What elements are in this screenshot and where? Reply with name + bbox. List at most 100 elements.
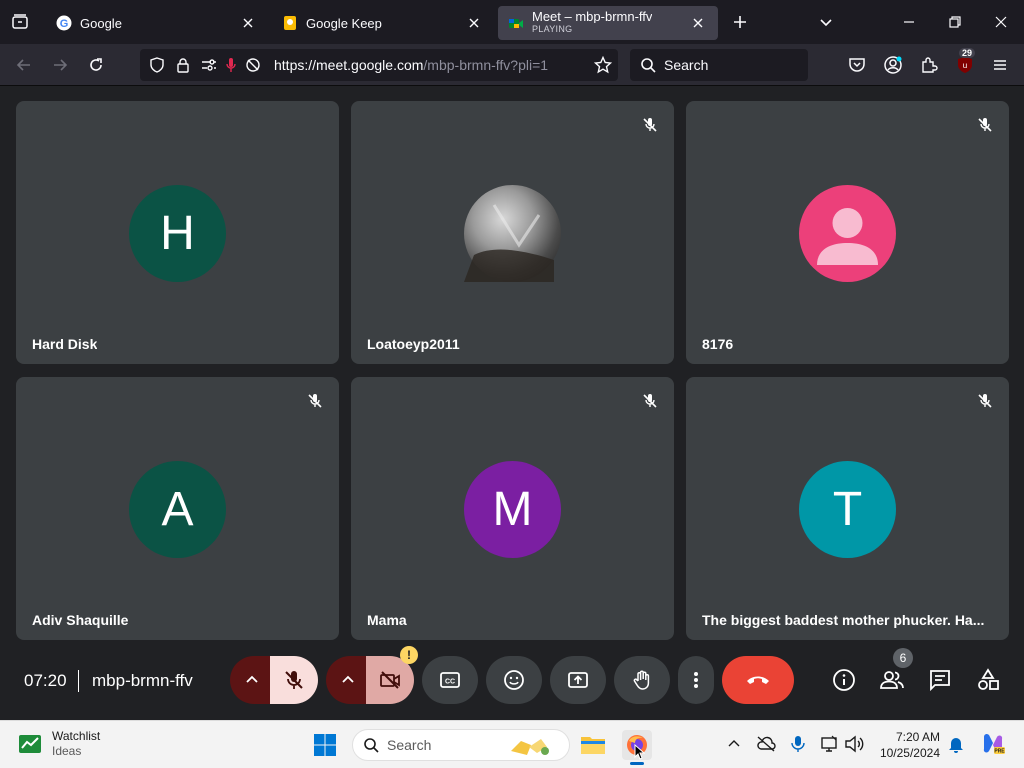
toggle-microphone-button[interactable] [270, 656, 318, 704]
microphone-tray-icon[interactable] [787, 733, 809, 755]
meeting-details-button[interactable] [830, 666, 858, 694]
toggle-camera-button[interactable]: ! [366, 646, 418, 704]
copilot-button[interactable]: PRE [980, 731, 1006, 757]
present-icon [568, 672, 588, 688]
participant-name: Mama [367, 612, 407, 628]
show-hidden-icons-button[interactable] [723, 733, 745, 755]
meeting-code: mbp-brmn-ffv [92, 671, 193, 690]
muted-mic-icon [973, 389, 997, 413]
copilot-icon: PRE [983, 733, 1005, 755]
lock-icon[interactable] [172, 54, 194, 76]
plus-icon [734, 16, 746, 28]
bookmark-star-icon[interactable] [592, 54, 614, 76]
network-tray-icon[interactable] [818, 733, 840, 755]
hand-icon [633, 670, 650, 690]
participant-avatar: M [464, 461, 561, 558]
photo-image [464, 204, 554, 282]
network-icon [821, 735, 837, 752]
muted-mic-icon [638, 389, 662, 413]
meet-call-area: H Hard Disk Loatoeyp2011 8176 A Adiv Sha… [0, 86, 1024, 720]
camera-blocked-icon[interactable] [242, 54, 264, 76]
mouse-cursor-icon [634, 744, 646, 760]
pocket-icon [849, 58, 865, 72]
volume-tray-icon[interactable] [843, 733, 865, 755]
onedrive-tray-icon[interactable] [755, 733, 777, 755]
leave-call-button[interactable] [722, 656, 794, 704]
widgets-button[interactable]: Watchlist Ideas [18, 729, 100, 759]
windows-taskbar: Watchlist Ideas Search 7:20 AM 10/25/202… [0, 720, 1024, 768]
tab-google[interactable]: G Google [46, 6, 268, 40]
participant-tile[interactable]: 8176 [686, 101, 1009, 364]
account-button[interactable] [881, 53, 905, 77]
reload-button[interactable] [84, 53, 108, 77]
new-tab-button[interactable] [728, 10, 752, 34]
address-bar[interactable]: https://meet.google.com/mbp-brmn-ffv?pli… [140, 49, 618, 81]
close-tab-icon[interactable] [464, 13, 484, 33]
account-icon [884, 56, 902, 74]
shield-icon[interactable] [146, 54, 168, 76]
svg-text:G: G [60, 18, 69, 30]
participant-avatar: A [129, 461, 226, 558]
start-button[interactable] [310, 730, 340, 760]
puzzle-icon [922, 57, 938, 73]
chat-button[interactable] [926, 666, 954, 694]
video-options-button[interactable] [326, 656, 370, 704]
meet-icon [509, 19, 523, 28]
pocket-button[interactable] [845, 53, 869, 77]
audio-options-button[interactable] [230, 656, 274, 704]
meeting-clock: 07:20 [24, 671, 67, 690]
captions-button[interactable]: CC [422, 656, 478, 704]
search-highlight-icon [511, 739, 549, 755]
chevron-down-icon [820, 19, 832, 27]
forward-button[interactable] [48, 53, 72, 77]
minimize-button[interactable] [897, 10, 921, 34]
participant-tile[interactable]: H Hard Disk [16, 101, 339, 364]
bell-icon [949, 738, 963, 753]
search-icon [364, 738, 379, 753]
participant-name: Loatoeyp2011 [367, 336, 460, 352]
microphone-active-icon[interactable] [220, 54, 242, 76]
taskbar-search-box[interactable]: Search [352, 729, 570, 761]
chat-icon [930, 670, 950, 692]
present-screen-button[interactable] [550, 656, 606, 704]
activities-button[interactable] [974, 666, 1002, 694]
folder-icon [581, 737, 605, 754]
url-text[interactable]: https://meet.google.com/mbp-brmn-ffv?pli… [274, 57, 562, 73]
participant-tile[interactable]: Loatoeyp2011 [351, 101, 674, 364]
raise-hand-button[interactable] [614, 656, 670, 704]
stock-chart-icon [19, 735, 41, 753]
permissions-icon[interactable] [198, 54, 220, 76]
tab-overview-button[interactable] [0, 0, 40, 44]
reactions-button[interactable] [486, 656, 542, 704]
tab-google-keep[interactable]: Google Keep [272, 6, 494, 40]
list-all-tabs-button[interactable] [814, 10, 838, 34]
participant-name: The biggest baddest mother phucker. Ha..… [702, 612, 985, 628]
taskbar-clock[interactable]: 7:20 AM 10/25/2024 [872, 729, 940, 761]
firefox-taskbar-button[interactable] [622, 730, 652, 765]
tab-playing-label: PLAYING [532, 24, 573, 34]
tab-meet[interactable]: Meet – mbp-brmn-ffv PLAYING [498, 6, 718, 40]
app-menu-button[interactable] [988, 53, 1012, 77]
people-button[interactable] [878, 666, 906, 694]
restore-button[interactable] [943, 10, 967, 34]
muted-mic-icon [638, 113, 662, 137]
cloud-off-icon [757, 736, 776, 752]
participant-name: Hard Disk [32, 336, 98, 352]
back-button[interactable] [12, 53, 36, 77]
emoji-icon [504, 670, 524, 690]
extensions-button[interactable] [917, 53, 941, 77]
people-icon [880, 671, 904, 689]
ublock-extension-button[interactable]: u 29 [953, 48, 977, 77]
more-options-button[interactable] [678, 656, 714, 704]
close-tab-icon[interactable] [238, 13, 258, 33]
web-search-input[interactable]: Search [630, 49, 808, 81]
file-explorer-button[interactable] [578, 730, 608, 760]
back-arrow-icon [16, 59, 30, 71]
close-tab-icon[interactable] [688, 13, 708, 33]
notifications-button[interactable] [945, 733, 967, 755]
participant-tile[interactable]: M Mama [351, 377, 674, 640]
close-window-button[interactable] [989, 10, 1013, 34]
google-icon: G [56, 15, 72, 31]
participant-tile[interactable]: T The biggest baddest mother phucker. Ha… [686, 377, 1009, 640]
participant-tile[interactable]: A Adiv Shaquille [16, 377, 339, 640]
